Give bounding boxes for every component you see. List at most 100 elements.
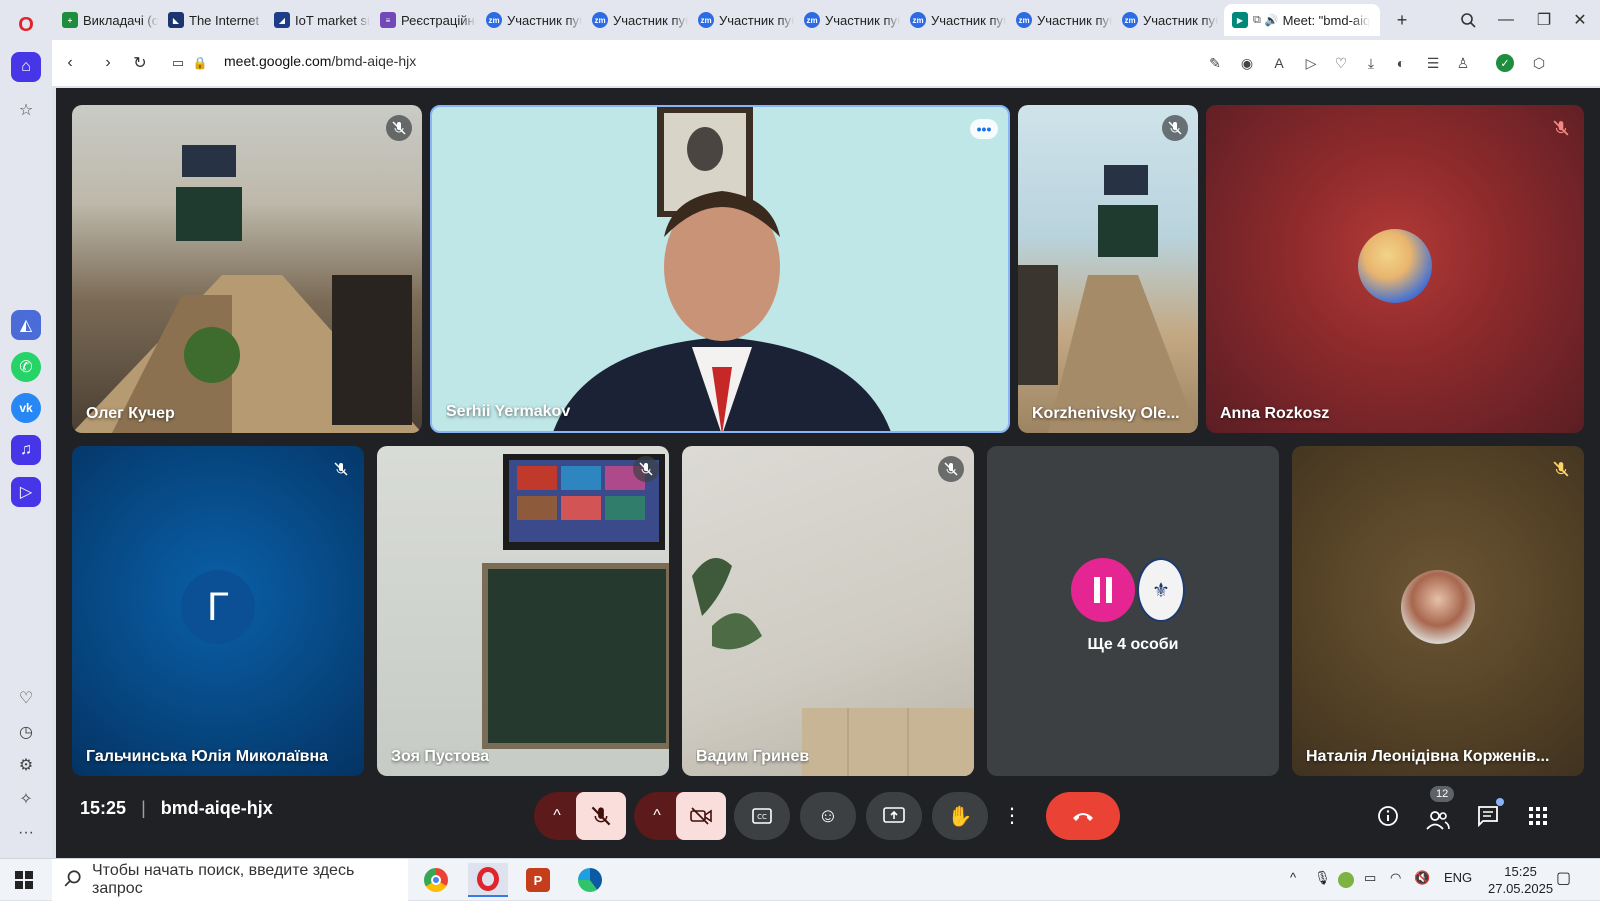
windows-start-icon[interactable]: [4, 863, 44, 897]
video-tile-natalia[interactable]: Наталія Леонідівна Корженів...: [1292, 446, 1584, 776]
camera-permission-icon[interactable]: ▭: [166, 51, 190, 75]
volume-muted-icon[interactable]: 🔇: [1414, 870, 1430, 886]
apps-grid-icon: [1529, 807, 1547, 825]
tab-teachers[interactable]: + Викладачі (он: [58, 8, 158, 32]
unread-dot: [1496, 798, 1504, 806]
url-field[interactable]: meet.google.com/bmd-aiqe-hjx: [224, 53, 416, 69]
pip-icon[interactable]: ⧉: [1253, 14, 1261, 27]
edge-taskbar-icon[interactable]: [570, 863, 610, 897]
vk-icon[interactable]: vk: [11, 393, 41, 423]
menu-icon[interactable]: ☰: [1422, 52, 1444, 74]
reload-button[interactable]: ↻: [128, 51, 152, 75]
player-icon[interactable]: ♫: [11, 435, 41, 465]
camera-toggle-button[interactable]: [676, 792, 726, 840]
present-screen-button[interactable]: [866, 792, 922, 840]
tips-icon[interactable]: ✧: [11, 784, 41, 814]
whatsapp-icon[interactable]: ✆: [11, 352, 41, 382]
favorites-icon[interactable]: ♡: [1330, 52, 1352, 74]
send-icon[interactable]: ▷: [1300, 52, 1322, 74]
more-options-button[interactable]: ⋮: [998, 792, 1026, 840]
minimize-button[interactable]: —: [1494, 8, 1518, 32]
captions-button[interactable]: CC: [734, 792, 790, 840]
present-icon: [883, 807, 905, 823]
tab-zoom-participant[interactable]: zm Участник пуб: [694, 8, 794, 32]
flow-icon[interactable]: ▷: [11, 477, 41, 507]
mic-options-chevron[interactable]: ^: [534, 792, 580, 840]
video-tile-serhii-active-speaker[interactable]: ••• Serhii Yermakov: [430, 105, 1010, 433]
heart-icon[interactable]: ♡: [11, 683, 41, 713]
easy-setup-icon[interactable]: ◐: [1390, 52, 1412, 74]
tab-zoom-participant[interactable]: zm Участник пуб: [1012, 8, 1112, 32]
camera-options-chevron[interactable]: ^: [634, 792, 680, 840]
participant-name: Korzhenivsky Ole...: [1032, 405, 1180, 422]
meeting-details-button[interactable]: [1368, 792, 1408, 840]
activities-button[interactable]: [1516, 792, 1560, 840]
wifi-icon[interactable]: ◠: [1390, 870, 1401, 886]
extensions-icon[interactable]: ⬡: [1528, 52, 1550, 74]
more-participants-tile[interactable]: ⚜ Ще 4 особи: [987, 446, 1279, 776]
microphone-tray-icon[interactable]: 🎙: [1314, 870, 1331, 886]
home-icon[interactable]: ⌂: [11, 52, 41, 82]
powerpoint-taskbar-icon[interactable]: P: [518, 863, 558, 897]
participant-name: Гальчинська Юлія Миколаївна: [86, 748, 329, 765]
raise-hand-button[interactable]: ✋: [932, 792, 988, 840]
tab-registration[interactable]: ≡ Реєстраційна: [376, 8, 476, 32]
speaker-icon[interactable]: 🔊: [1265, 14, 1279, 27]
tab-zoom-participant[interactable]: zm Участник пуб: [588, 8, 688, 32]
video-tile-vadym[interactable]: Вадим Гринев: [682, 446, 974, 776]
battery-icon[interactable]: ▭: [1364, 870, 1376, 886]
chat-button[interactable]: [1466, 792, 1510, 840]
search-tabs-icon[interactable]: [1456, 8, 1480, 32]
notifications-icon[interactable]: ▢: [1556, 868, 1571, 888]
translate-icon[interactable]: A: [1268, 52, 1290, 74]
opera-logo-icon[interactable]: O: [11, 10, 41, 40]
chrome-taskbar-icon[interactable]: [416, 863, 456, 897]
mic-control-group: ^: [534, 792, 626, 840]
vpn-check-icon[interactable]: ✓: [1496, 54, 1514, 72]
history-icon[interactable]: ◷: [11, 717, 41, 747]
download-icon[interactable]: ⤓: [1360, 52, 1382, 74]
taskbar-search-box[interactable]: Чтобы начать поиск, введите здесь запрос: [52, 859, 408, 901]
tab-meet-active[interactable]: ▶ ⧉ 🔊 Meet: "bmd-aiq: [1224, 4, 1380, 36]
leave-call-button[interactable]: [1046, 792, 1120, 840]
muted-mic-icon: [386, 115, 412, 141]
snapshot-icon[interactable]: ◉: [1236, 52, 1258, 74]
mic-toggle-button[interactable]: [576, 792, 626, 840]
muted-mic-icon: [938, 456, 964, 482]
video-tile-oleg[interactable]: Олег Кучер: [72, 105, 422, 433]
language-indicator[interactable]: ENG: [1444, 870, 1472, 885]
opera-taskbar-icon[interactable]: [468, 863, 508, 897]
app-tray-icon[interactable]: [1338, 872, 1354, 888]
form-icon: ≡: [380, 12, 396, 28]
tab-zoom-participant[interactable]: zm Участник пуб: [1118, 8, 1218, 32]
video-tile-zoya[interactable]: Зоя Пустова: [377, 446, 669, 776]
tab-zoom-participant[interactable]: zm Участник пуб: [800, 8, 900, 32]
tab-zoom-participant[interactable]: zm Участник пуб: [906, 8, 1006, 32]
video-tile-anna[interactable]: Anna Rozkosz: [1206, 105, 1584, 433]
star-icon[interactable]: ☆: [11, 95, 41, 125]
reactions-button[interactable]: ☺: [800, 792, 856, 840]
more-options-button[interactable]: •••: [970, 119, 998, 139]
back-button[interactable]: ‹: [58, 51, 82, 75]
video-tile-halchynska[interactable]: Г Гальчинська Юлія Миколаївна: [72, 446, 364, 776]
emoji-icon: ☺: [817, 804, 839, 827]
new-tab-button[interactable]: +: [1390, 8, 1414, 32]
video-tile-korzhenivsky[interactable]: Korzhenivsky Ole...: [1018, 105, 1198, 433]
muted-mic-icon: [328, 456, 354, 482]
lock-icon[interactable]: 🔒: [188, 51, 212, 75]
tab-zoom-participant[interactable]: zm Участник пуб: [482, 8, 582, 32]
tab-the-internet[interactable]: ◣ The Internet c: [164, 8, 264, 32]
restore-button[interactable]: ❐: [1532, 8, 1556, 32]
edit-icon[interactable]: ✎: [1204, 52, 1226, 74]
tab-iot-market[interactable]: ◢ IoT market si: [270, 8, 370, 32]
more-icon[interactable]: ···: [11, 818, 41, 848]
people-button[interactable]: 12: [1416, 786, 1460, 840]
taskbar-clock[interactable]: 15:25 27.05.2025: [1488, 863, 1553, 897]
profile-icon[interactable]: ♙: [1452, 52, 1474, 74]
aria-icon[interactable]: ◭: [11, 310, 41, 340]
zoom-icon: zm: [592, 12, 608, 28]
forward-button[interactable]: ›: [96, 51, 120, 75]
close-window-button[interactable]: ✕: [1568, 8, 1592, 32]
tray-expand-icon[interactable]: ^: [1290, 870, 1296, 885]
settings-icon[interactable]: ⚙: [11, 750, 41, 780]
